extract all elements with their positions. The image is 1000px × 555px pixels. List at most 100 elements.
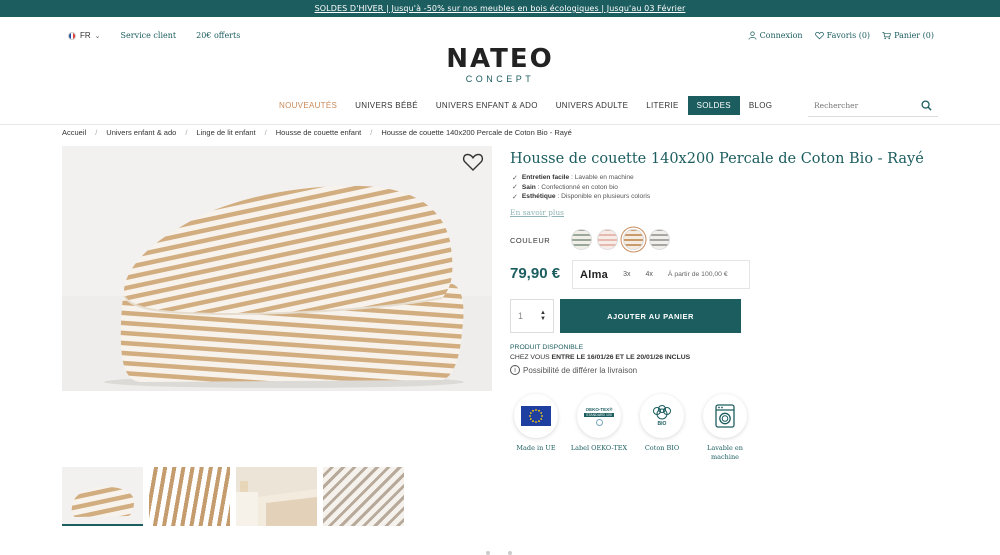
- product-price: 79,90 €: [510, 265, 561, 282]
- oeko-standard-text: STANDARD 100: [584, 412, 614, 417]
- feature-item: ✓ Esthétique : Disponible en plusieurs c…: [512, 192, 650, 202]
- thumbnail-2[interactable]: [149, 467, 230, 526]
- user-icon: [748, 31, 757, 40]
- language-selector[interactable]: FR ⌄: [68, 31, 101, 40]
- eu-flag-icon: [521, 406, 551, 426]
- defer-delivery[interactable]: i Possibilité de différer la livraison: [510, 365, 637, 375]
- badge-label: Coton BIO: [644, 444, 680, 452]
- availability-status: PRODUIT DISPONIBLE: [510, 344, 584, 351]
- quantity-stepper[interactable]: 1 ▲ ▼: [510, 299, 554, 333]
- thumbnail-4[interactable]: [323, 467, 404, 526]
- breadcrumb-separator: /: [185, 128, 188, 137]
- feature-desc: : Disponible en plusieurs coloris: [555, 193, 651, 201]
- info-icon: i: [510, 365, 520, 375]
- chevron-down-icon: ⌄: [94, 32, 101, 40]
- delivery-prefix: CHEZ VOUS: [510, 354, 552, 361]
- offer-link[interactable]: 20€ offerts: [196, 31, 240, 40]
- badge-label: Made in UE: [516, 444, 556, 452]
- nav-item-univers-enfant-ado[interactable]: UNIVERS ENFANT & ADO: [427, 96, 547, 115]
- header-divider: [0, 124, 1000, 125]
- alma-option-3x[interactable]: 3x: [623, 271, 630, 278]
- color-swatch-caramel[interactable]: [623, 229, 644, 250]
- promo-text[interactable]: SOLDES D'HIVER | Jusqu'à -50% sur nos me…: [315, 4, 686, 13]
- feature-desc: : Lavable en machine: [569, 174, 634, 182]
- login-label: Connexion: [759, 31, 803, 40]
- cart-icon: [882, 31, 892, 40]
- heart-icon: [814, 31, 824, 40]
- color-swatch-sage[interactable]: [571, 229, 592, 250]
- feature-item: ✓ Entretien facile : Lavable en machine: [512, 173, 650, 183]
- oeko-tex-icon: OEKO-TEX® STANDARD 100: [584, 407, 614, 426]
- breadcrumb-item[interactable]: Univers enfant & ado: [106, 128, 176, 137]
- badge-circle: OEKO-TEX® STANDARD 100: [577, 394, 621, 438]
- thumbnail-3[interactable]: [236, 467, 317, 526]
- color-swatches: [571, 229, 670, 250]
- feature-desc: : Confectionné en coton bio: [535, 183, 618, 191]
- thumbnail-3-image: [236, 467, 317, 526]
- search-icon[interactable]: [921, 100, 932, 111]
- breadcrumb-item[interactable]: Accueil: [62, 128, 86, 137]
- badge-lavable: Lavable en machine: [701, 394, 749, 462]
- breadcrumb-item[interactable]: Linge de lit enfant: [196, 128, 255, 137]
- logo-main-text: NATEO: [446, 44, 554, 74]
- wishlist-heart-icon[interactable]: [462, 152, 484, 172]
- washing-machine-icon: [715, 404, 735, 428]
- scroll-dot: [486, 551, 490, 555]
- nav-item-soldes[interactable]: SOLDES: [687, 96, 740, 115]
- badge-oeko-tex: OEKO-TEX® STANDARD 100 Label OEKO-TEX: [571, 394, 627, 462]
- product-main-image[interactable]: [62, 146, 492, 391]
- feature-item: ✓ Sain : Confectionné en coton bio: [512, 183, 650, 193]
- nav-item-literie[interactable]: LITERIE: [637, 96, 687, 115]
- color-label: COULEUR: [510, 236, 551, 245]
- feature-name: Sain: [521, 183, 536, 191]
- thumbnail-gallery: [62, 467, 404, 526]
- header-top-right: Connexion Favoris (0) Panier (0): [748, 31, 934, 40]
- login-link[interactable]: Connexion: [748, 31, 803, 40]
- cotton-flower-icon: [653, 405, 671, 420]
- promo-bar[interactable]: SOLDES D'HIVER | Jusqu'à -50% sur nos me…: [0, 0, 1000, 17]
- breadcrumb-separator: /: [95, 128, 98, 137]
- breadcrumb-item[interactable]: Housse de couette enfant: [276, 128, 361, 137]
- duvet-illustration: [62, 146, 492, 391]
- add-to-cart-button[interactable]: AJOUTER AU PANIER: [560, 299, 741, 333]
- scroll-dot: [508, 551, 512, 555]
- nav-item-nouveautes[interactable]: NOUVEAUTÉS: [270, 96, 346, 115]
- color-swatch-grey[interactable]: [649, 229, 670, 250]
- thumbnail-1-image: [62, 467, 143, 524]
- alma-logo: Alma: [580, 268, 609, 281]
- cart-label: Panier (0): [894, 31, 934, 40]
- check-icon: ✓: [512, 174, 518, 182]
- logo-sub-text: CONCEPT: [465, 74, 535, 84]
- feature-list: ✓ Entretien facile : Lavable en machine …: [512, 173, 650, 202]
- check-icon: ✓: [512, 184, 518, 192]
- alma-payment-box[interactable]: Alma 3x 4x À partir de 100,00 €: [572, 260, 750, 289]
- alma-note: À partir de 100,00 €: [667, 271, 728, 278]
- badge-circle: [703, 394, 747, 438]
- quantity-value: 1: [518, 311, 524, 321]
- thumbnail-1[interactable]: [62, 467, 143, 526]
- nav-item-univers-bebe[interactable]: UNIVERS BÉBÉ: [346, 96, 427, 115]
- cotton-icon: BIO: [651, 405, 673, 427]
- learn-more-link[interactable]: En savoir plus: [510, 208, 564, 217]
- site-logo[interactable]: NATEO CONCEPT: [0, 44, 1000, 85]
- nav-item-univers-adulte[interactable]: UNIVERS ADULTE: [547, 96, 638, 115]
- header-top-left: FR ⌄ Service client 20€ offerts: [68, 31, 240, 40]
- badge-made-in-ue: Made in UE: [512, 394, 560, 462]
- breadcrumb-current: Housse de couette 140x200 Percale de Cot…: [381, 128, 572, 137]
- breadcrumb-separator: /: [370, 128, 373, 137]
- search-input[interactable]: [814, 101, 914, 110]
- breadcrumb: Accueil / Univers enfant & ado / Linge de …: [62, 128, 572, 137]
- nav-item-blog[interactable]: BLOG: [740, 96, 781, 115]
- scroll-indicator: [486, 551, 512, 555]
- feature-name: Entretien facile: [521, 174, 570, 182]
- delivery-estimate: CHEZ VOUS ENTRE LE 16/01/26 ET LE 20/01/…: [510, 354, 690, 361]
- service-client-link[interactable]: Service client: [121, 31, 177, 40]
- oeko-text: OEKO-TEX®: [585, 406, 613, 412]
- badge-label: Label OEKO-TEX: [570, 444, 628, 452]
- stepper-arrows-icon[interactable]: ▲ ▼: [540, 310, 546, 322]
- cart-link[interactable]: Panier (0): [882, 31, 934, 40]
- defer-label: Possibilité de différer la livraison: [523, 365, 638, 375]
- favorites-link[interactable]: Favoris (0): [814, 31, 870, 40]
- alma-option-4x[interactable]: 4x: [646, 271, 653, 278]
- color-swatch-pink[interactable]: [597, 229, 618, 250]
